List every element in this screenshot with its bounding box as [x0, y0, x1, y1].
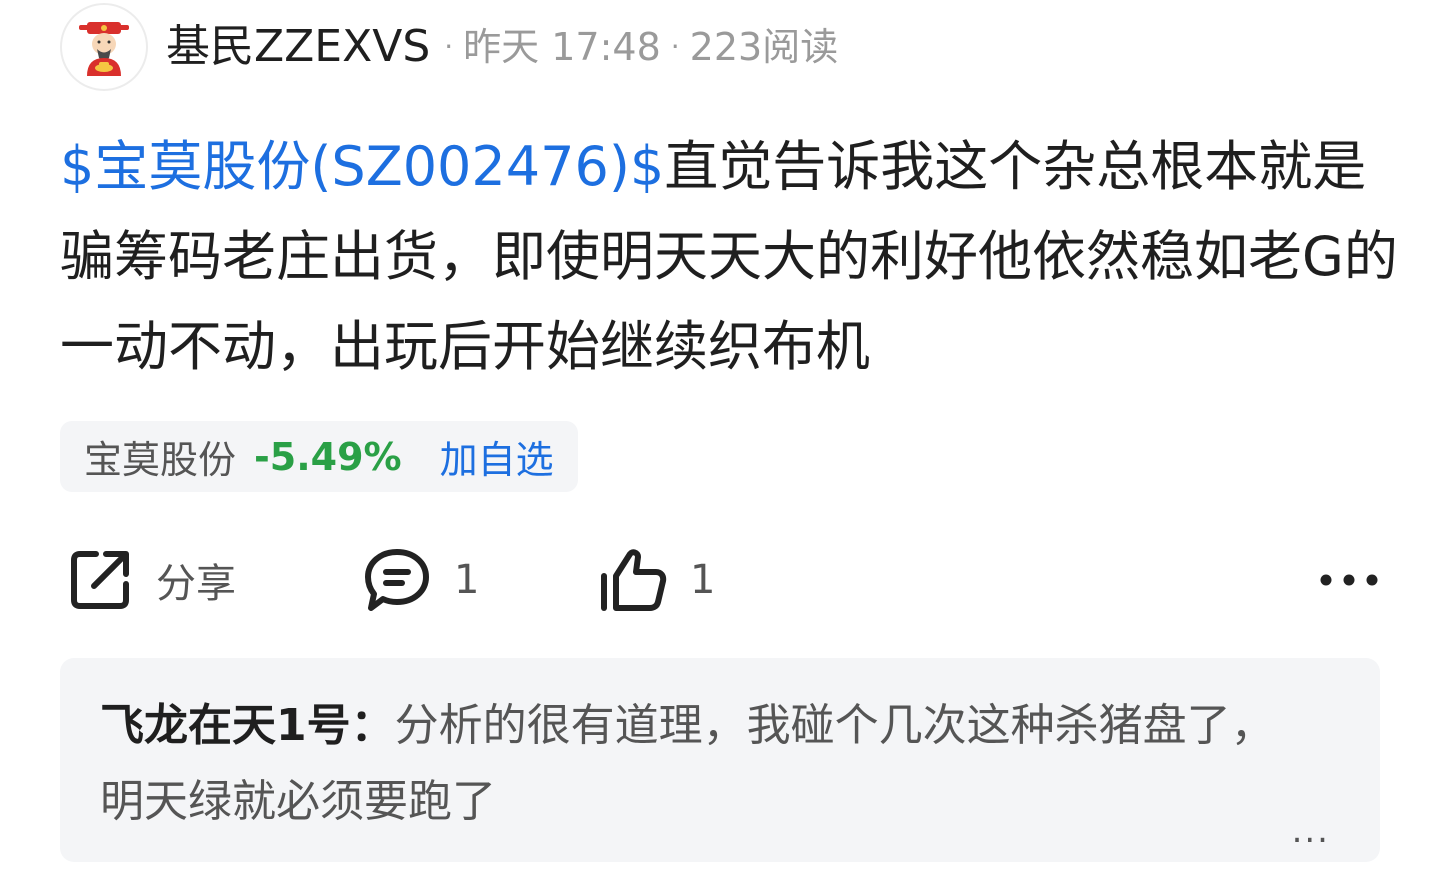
meta-separator: ·: [670, 30, 680, 63]
share-icon: [71, 551, 129, 609]
action-bar: 分享 1 1: [60, 540, 1380, 620]
comment-more-indicator[interactable]: ...: [1292, 814, 1330, 848]
stock-name: 宝莫股份: [84, 438, 237, 482]
read-count: 223阅读: [689, 25, 839, 69]
comment-icon: [365, 549, 429, 611]
thumbs-up-icon: [601, 549, 667, 611]
username[interactable]: 基民ZZEXVS: [166, 25, 430, 69]
stock-chip[interactable]: 宝莫股份 -5.49% 加自选: [60, 421, 578, 492]
god-of-wealth-avatar-icon: [79, 22, 129, 76]
more-button[interactable]: [1318, 540, 1380, 620]
post-header: 基民ZZEXVS · 昨天 17:48 · 223阅读: [60, 2, 838, 92]
comment-author[interactable]: 飞龙在天1号: [100, 700, 351, 751]
avatar[interactable]: [60, 3, 148, 91]
share-button[interactable]: 分享: [66, 540, 236, 620]
stock-tag-link[interactable]: $宝莫股份(SZ002476)$: [60, 135, 664, 198]
comment-count: 1: [454, 557, 480, 603]
like-count: 1: [690, 557, 716, 603]
stock-change: -5.49%: [254, 434, 402, 479]
add-watchlist-button[interactable]: 加自选: [440, 429, 554, 484]
post-content: $宝莫股份(SZ002476)$直觉告诉我这个杂总根本就是骗筹码老庄出货，即使明…: [60, 122, 1400, 392]
post-card: 基民ZZEXVS · 昨天 17:48 · 223阅读 $宝莫股份(SZ0024…: [0, 0, 1440, 879]
comment-preview[interactable]: 飞龙在天1号：分析的很有道理，我碰个几次这种杀猪盘了，明天绿就必须要跑了 ...: [60, 658, 1380, 862]
comment-button[interactable]: 1: [362, 540, 479, 620]
like-button[interactable]: 1: [596, 540, 715, 620]
share-label: 分享: [156, 561, 236, 607]
meta-separator: ·: [444, 30, 454, 63]
comment-colon: ：: [350, 700, 395, 751]
post-time: 昨天 17:48: [463, 25, 661, 69]
post-meta: · 昨天 17:48 · 223阅读: [440, 28, 838, 66]
more-dots-icon: [1320, 574, 1378, 586]
